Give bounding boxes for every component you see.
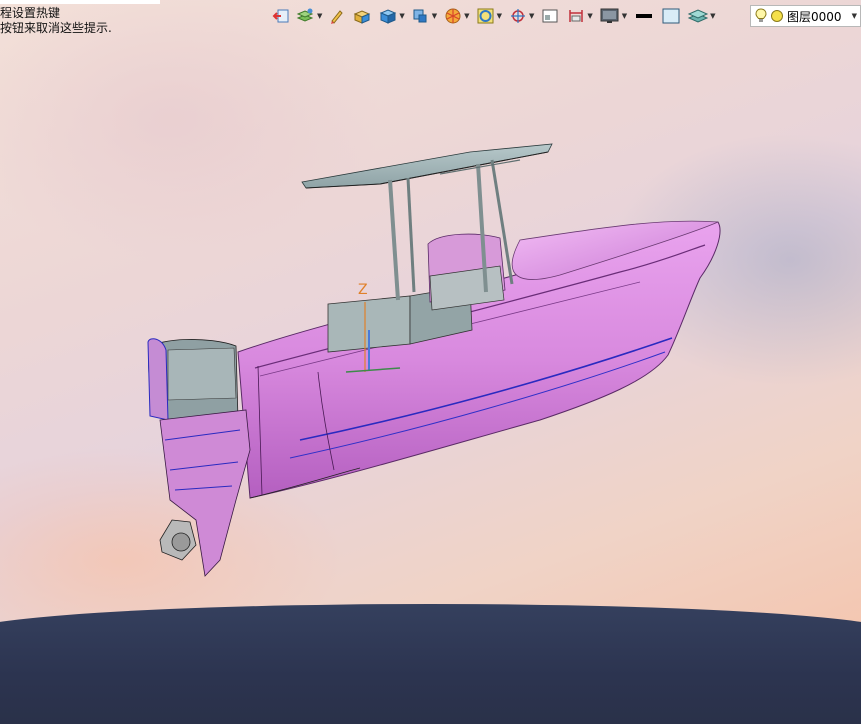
- axis-z-label: Z: [358, 282, 368, 298]
- model-viewport[interactable]: Z: [0, 0, 861, 637]
- outboard-motor: [147, 338, 251, 577]
